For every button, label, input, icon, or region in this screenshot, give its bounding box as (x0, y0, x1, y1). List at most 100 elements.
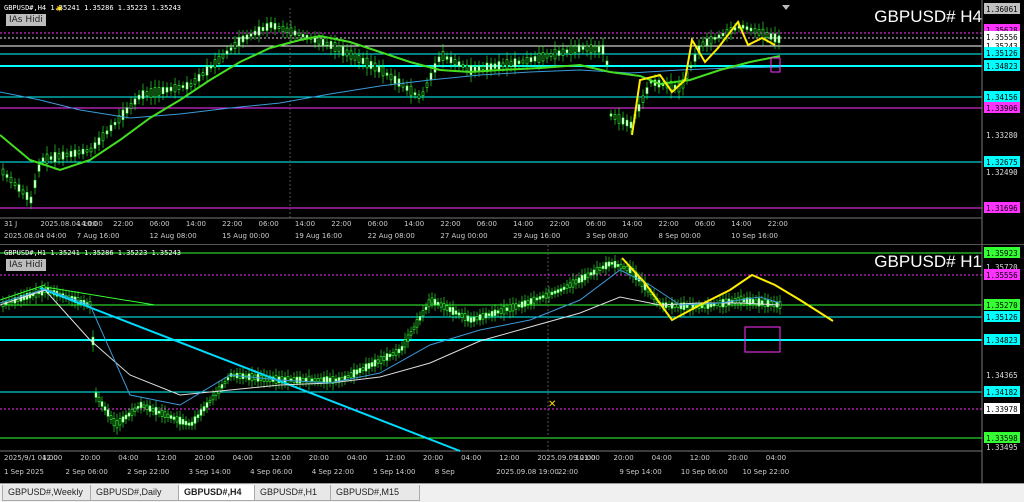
tab-weekly[interactable]: GBPUSD#,Weekly (2, 485, 96, 501)
candle-body (93, 142, 97, 149)
candle-body (253, 30, 257, 36)
candle-body (361, 57, 365, 65)
candle-body (209, 65, 213, 69)
mid-ma-line (0, 269, 781, 406)
candle-body (616, 264, 620, 267)
candle-body (469, 317, 473, 323)
candle-body (592, 269, 596, 275)
time-label: 12:00 (42, 454, 62, 462)
time-label: 04:00 (347, 454, 367, 462)
candle-body (490, 311, 494, 317)
candle-body (601, 265, 605, 269)
time-label: 06:00 (259, 220, 279, 228)
candle-body (101, 132, 105, 142)
tab-h4[interactable]: GBPUSD#,H4 (178, 485, 262, 501)
time-label: 06:00 (477, 220, 497, 228)
candle-body (89, 147, 93, 153)
candle-body (261, 27, 265, 31)
candle-body (481, 313, 485, 320)
tab-m15[interactable]: GBPUSD#,M15 (330, 485, 420, 501)
candle-body (505, 59, 509, 70)
time-label: 15 Aug 00:00 (222, 232, 269, 240)
candle-body (298, 376, 302, 384)
price-label: 1.34365 (986, 371, 1018, 380)
time-label: 22:00 (659, 220, 679, 228)
candle-body (529, 57, 533, 63)
price-label: 1.32675 (986, 158, 1018, 167)
candle-body (346, 375, 350, 378)
candle-body (337, 45, 341, 53)
candle-body (9, 176, 13, 184)
candle-body (317, 37, 321, 45)
candle-body (625, 119, 629, 127)
candle-body (409, 85, 413, 97)
candle-body (550, 291, 554, 295)
candle-body (754, 299, 758, 305)
price-label: 1.33495 (986, 443, 1018, 452)
candle-body (449, 56, 453, 64)
candle-body (514, 303, 518, 310)
candle-body (580, 275, 584, 283)
candle-body (573, 45, 577, 53)
candle-body (641, 95, 645, 103)
candle-body (220, 384, 224, 389)
candle-body (166, 413, 170, 418)
candle-body (121, 416, 125, 423)
time-label: 8 Sep 00:00 (659, 232, 701, 240)
candle-body (509, 60, 513, 67)
candle-body (568, 282, 572, 288)
time-label: 4 Sep 22:00 (312, 468, 354, 476)
time-label: 12:00 (690, 454, 710, 462)
candle-body (513, 58, 517, 68)
candle-body (751, 299, 755, 304)
candle-body (112, 418, 116, 426)
candle-body (161, 87, 165, 95)
candle-body (481, 66, 485, 70)
candle-body (437, 56, 441, 62)
candle-body (619, 263, 623, 270)
candle-body (365, 57, 369, 69)
tab-h1[interactable]: GBPUSD#,H1 (254, 485, 338, 501)
candle-body (100, 401, 104, 407)
candle-body (541, 52, 545, 62)
candle-body (226, 377, 230, 381)
time-label: 04:00 (461, 454, 481, 462)
time-label: 06:00 (149, 220, 169, 228)
candle-body (421, 91, 425, 96)
candle-body (37, 164, 41, 172)
tab-daily[interactable]: GBPUSD#,Daily (90, 485, 182, 501)
candle-body (463, 313, 467, 321)
candle-body (245, 34, 249, 40)
candle-body (622, 266, 626, 269)
time-label: 12:00 (156, 454, 176, 462)
candle-body (625, 266, 629, 272)
candle-body (369, 61, 373, 69)
chart-pane-h4[interactable]: ✷ 1.36061 1.35628 1.35556 1.35243 1.35126 1.3… (0, 0, 1024, 245)
candle-body (388, 353, 392, 358)
ias-button[interactable]: IAs Hidi (6, 14, 46, 26)
projection-line (621, 257, 834, 322)
h1-chart-canvas[interactable]: ✕ 1.359231.357201.355561.352701.351261.3… (0, 245, 1024, 483)
candle-body (777, 35, 781, 44)
candle-body (377, 65, 381, 73)
h4-chart-canvas[interactable]: ✷ 1.360611.356281.355561.352431.351261.3… (0, 0, 1024, 244)
candle-body (208, 399, 212, 403)
time-label: 06:00 (368, 220, 388, 228)
price-axis: 1.360611.356281.355561.352431.351261.348… (984, 3, 1020, 213)
candle-body (621, 117, 625, 125)
candle-body (169, 415, 173, 419)
candle-body (196, 414, 200, 419)
candle-body (292, 377, 296, 383)
candle-body (124, 414, 128, 420)
candle-body (373, 359, 377, 367)
candle-body (217, 386, 221, 394)
time-label: 31 J (4, 220, 17, 228)
candle-body (487, 313, 491, 316)
candle-body (202, 406, 206, 412)
candle-body (289, 27, 293, 36)
candle-body (221, 53, 225, 59)
candle-body (217, 55, 221, 64)
chart-pane-h1[interactable]: ✕ 1.35923 1.35720 1.35556 1.35270 1.35126 1.3… (0, 245, 1024, 484)
ias-button[interactable]: IAs Hidi (6, 259, 46, 271)
time-label: 20:00 (423, 454, 443, 462)
